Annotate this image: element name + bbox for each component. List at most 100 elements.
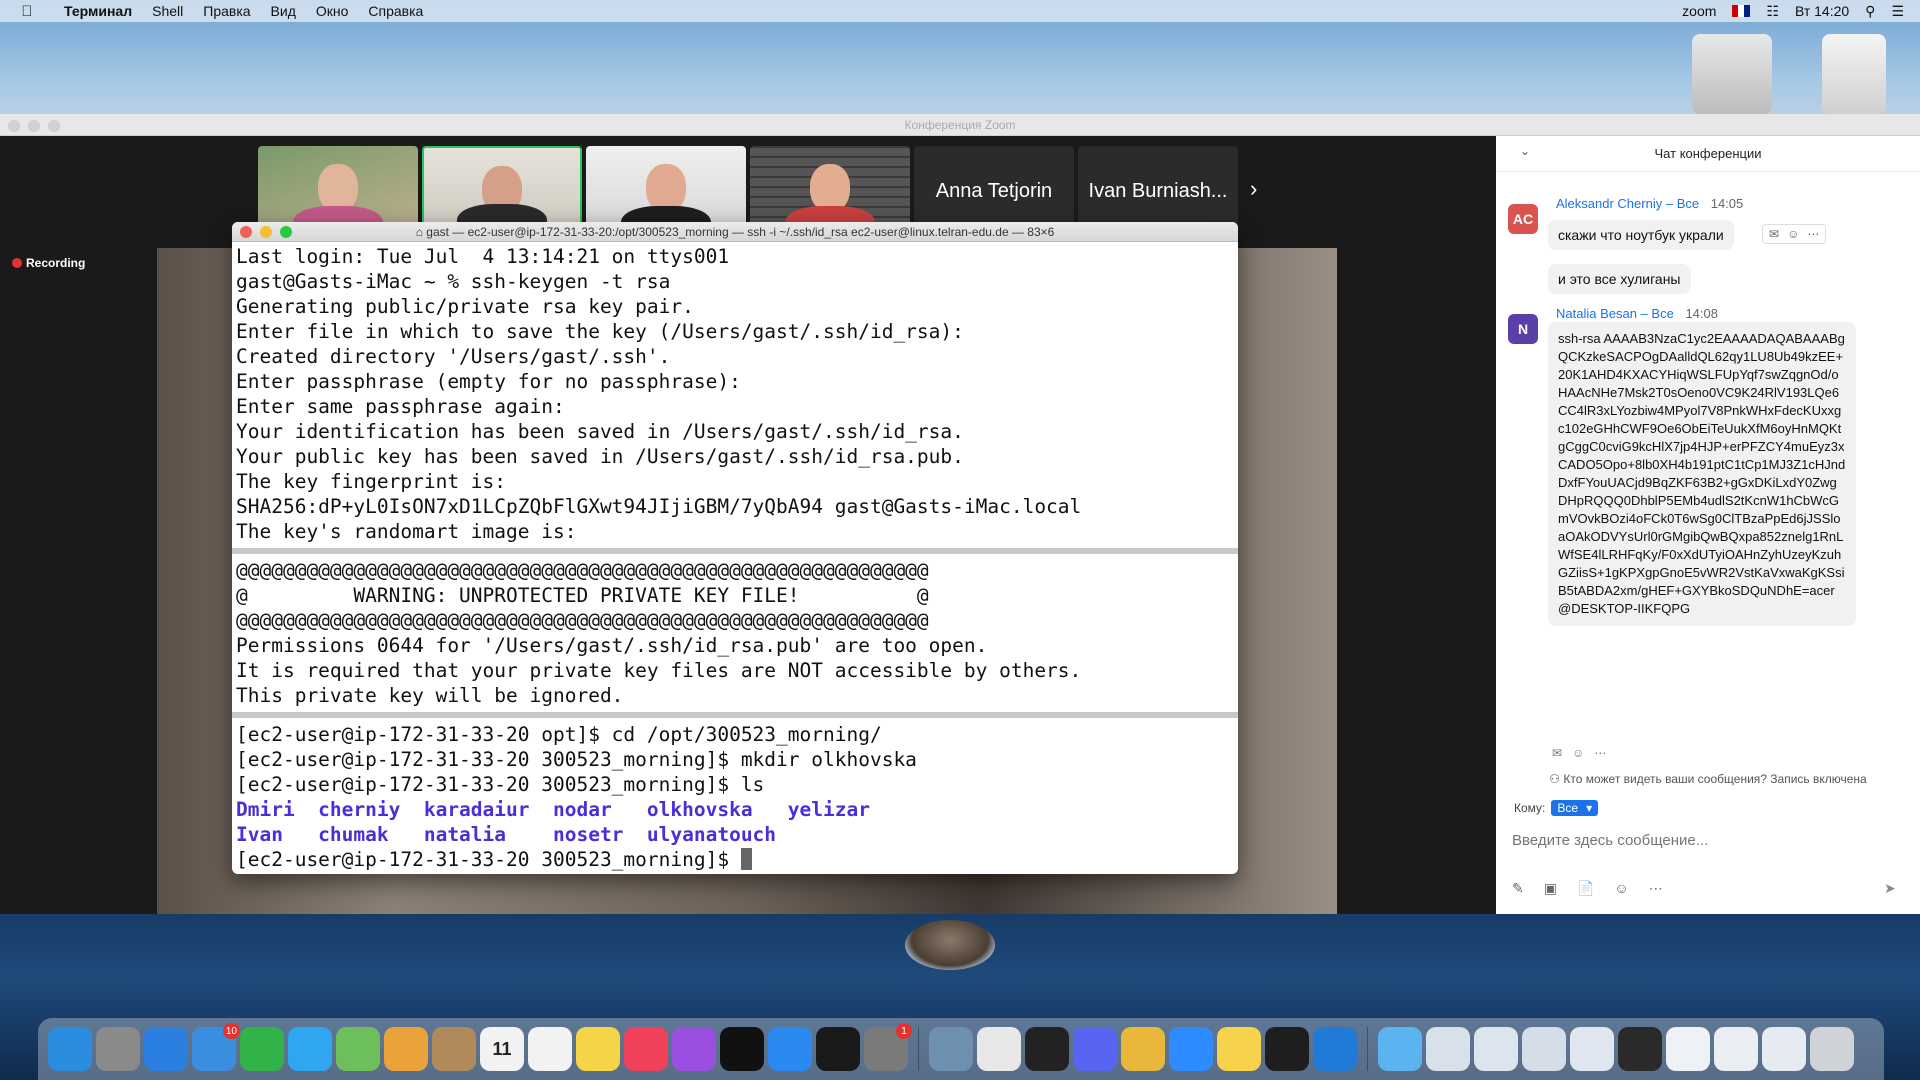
format-icon[interactable]: ✎ [1512,880,1524,897]
discord-icon[interactable] [1073,1027,1117,1071]
window-thumbnail-6-icon[interactable] [1666,1027,1710,1071]
downloads-folder-icon[interactable] [1378,1027,1422,1071]
stickies-icon[interactable] [1217,1027,1261,1071]
terminal-line: @@@@@@@@@@@@@@@@@@@@@@@@@@@@@@@@@@@@@@@@… [236,609,929,632]
internal-disk-icon[interactable] [1822,34,1886,114]
chat-bubble[interactable]: и это все хулиганы [1548,264,1691,294]
next-page-chevron-icon[interactable]: › [1250,176,1257,202]
window-thumbnail-8-icon[interactable] [1762,1027,1806,1071]
terminal-icon[interactable] [1025,1027,1069,1071]
window-thumbnail-2-icon[interactable] [1474,1027,1518,1071]
terminal-close-button[interactable] [240,226,252,238]
terminal-line: It is required that your private key fil… [236,659,1082,682]
split-pane-divider[interactable] [232,548,1238,554]
menu-app-name[interactable]: Терминал [54,3,142,19]
window-thumbnail-1-icon[interactable] [1426,1027,1470,1071]
home-folder-icon: ⌂ [415,225,427,239]
textedit-icon[interactable] [977,1027,1021,1071]
calendar-day-label: 11 [492,1038,512,1059]
zoom-minimize-button[interactable] [28,120,40,132]
chat-bubble[interactable]: скажи что ноутбук украли [1548,220,1734,250]
send-icon[interactable]: ➤ [1884,880,1896,897]
appstore-icon[interactable] [768,1027,812,1071]
emoji-reaction-icon[interactable]: ☺ [1787,227,1799,241]
more-icon[interactable]: ⋯ [1807,227,1819,241]
photos-icon[interactable] [384,1027,428,1071]
terminal-output[interactable]: Last login: Tue Jul 4 13:14:21 on ttys00… [232,242,1238,874]
emoji-icon[interactable]: ☺ [1614,880,1628,897]
terminal-line: [ec2-user@ip-172-31-33-20 300523_morning… [236,773,765,796]
input-source-flag-icon[interactable] [1732,5,1751,17]
dock: 10 11 1 [38,1018,1884,1080]
chevron-down-icon[interactable]: ⌄ [1520,144,1530,158]
zoom-window-title: Конференция Zoom [904,118,1016,132]
menu-help[interactable]: Справка [358,3,433,19]
file-icon[interactable]: 📄 [1577,880,1594,897]
apple-menu-icon[interactable]:  [0,3,54,20]
window-thumbnail-7-icon[interactable] [1714,1027,1758,1071]
zoom-zoom-button[interactable] [48,120,60,132]
facetime-icon[interactable] [240,1027,284,1071]
terminal-cursor [740,848,752,870]
menu-view[interactable]: Вид [261,3,306,19]
terminal-line: Enter same passphrase again: [236,395,565,418]
spotlight-search-icon[interactable]: ⚲ [1865,3,1875,20]
recording-label: Recording [26,256,86,270]
trash-icon[interactable] [1810,1027,1854,1071]
figma-icon[interactable] [1265,1027,1309,1071]
control-center-icon[interactable]: ☰ [1891,3,1904,20]
chat-visibility-notice[interactable]: ⚇ Кто может видеть ваши сообщения? Запис… [1496,772,1920,786]
launchpad-icon[interactable] [96,1027,140,1071]
window-thumbnail-3-icon[interactable] [1522,1027,1566,1071]
split-pane-divider[interactable] [232,712,1238,718]
recipient-name[interactable]: Все [1651,306,1673,321]
system-preferences-icon[interactable]: 1 [864,1023,912,1071]
external-disk-icon[interactable] [1692,34,1772,114]
reply-icon[interactable]: ✉ [1769,227,1779,241]
preview-icon[interactable] [929,1027,973,1071]
reminders-icon[interactable] [528,1027,572,1071]
maps-icon[interactable] [336,1027,380,1071]
wifi-icon[interactable]: ☷ [1766,3,1779,20]
emoji-reaction-icon[interactable]: ☺ [1572,746,1584,760]
notification-badge: 1 [896,1023,912,1039]
calendar-icon[interactable]: 11 [480,1027,524,1071]
menu-shell[interactable]: Shell [142,3,193,19]
notes-icon[interactable] [576,1027,620,1071]
menu-window[interactable]: Окно [306,3,359,19]
recipient-value: Все [1557,801,1579,815]
contacts-icon[interactable] [432,1027,476,1071]
reply-icon[interactable]: ✉ [1552,746,1562,760]
music-icon[interactable] [624,1027,668,1071]
podcasts-icon[interactable] [672,1027,716,1071]
safari-icon[interactable] [144,1027,188,1071]
sender-name[interactable]: Aleksandr Cherniy [1556,196,1662,211]
zoom-status-item[interactable]: zoom [1682,3,1716,19]
window-thumbnail-4-icon[interactable] [1570,1027,1614,1071]
recipient-name[interactable]: Все [1677,196,1699,211]
screenshot-icon[interactable]: ▣ [1544,880,1557,897]
menu-clock[interactable]: Вт 14:20 [1795,3,1849,19]
intellij-icon[interactable] [816,1027,860,1071]
terminal-zoom-button[interactable] [280,226,292,238]
zoom-icon[interactable] [1169,1027,1213,1071]
menu-edit[interactable]: Правка [193,3,260,19]
chrome-icon[interactable] [1121,1027,1165,1071]
terminal-prompt: [ec2-user@ip-172-31-33-20 300523_morning… [236,848,741,871]
zoom-close-button[interactable] [8,120,20,132]
mail-icon[interactable]: 10 [192,1023,240,1071]
appletv-icon[interactable] [720,1027,764,1071]
sender-name[interactable]: Natalia Besan [1556,306,1637,321]
chat-message-input[interactable] [1512,828,1902,852]
ssh-key-message-bubble[interactable]: ssh-rsa AAAAB3NzaC1yc2EAAAADAQABAAABgQCK… [1548,322,1856,626]
vscode-icon[interactable] [1313,1027,1357,1071]
terminal-minimize-button[interactable] [260,226,272,238]
window-thumbnail-5-icon[interactable] [1618,1027,1662,1071]
more-icon[interactable]: ⋯ [1594,746,1606,760]
recipient-dropdown[interactable]: Все ▾ [1551,800,1599,816]
more-icon[interactable]: ⋯ [1649,880,1663,897]
messages-icon[interactable] [288,1027,332,1071]
finder-icon[interactable] [48,1027,92,1071]
recording-indicator[interactable]: Recording [12,256,85,270]
message-sender-line: Natalia Besan – Все 14:08 [1556,306,1718,321]
